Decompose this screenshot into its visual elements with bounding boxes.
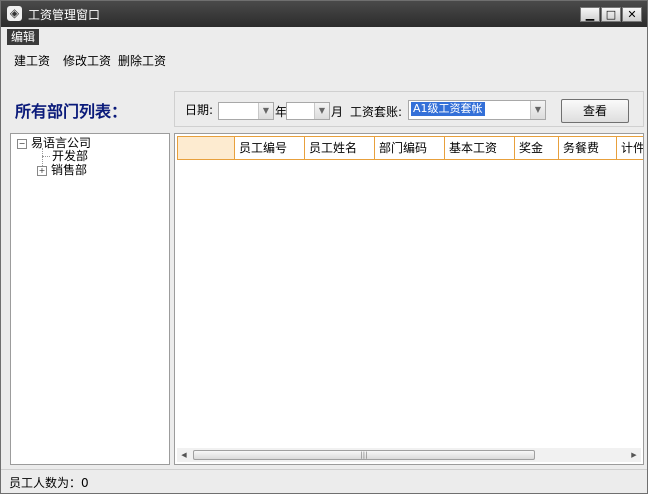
employee-count: 员工人数为：0 [9,476,89,490]
app-logo-icon: ◈ [7,6,22,21]
tree-node-dev[interactable]: 开发部 [52,149,88,163]
department-tree[interactable]: − 易语言公司 开发部 + 销售部 [10,133,170,465]
main-window: ◈ 工资管理窗口 ▁ □ ✕ 编辑 建工资 修改工资 删除工资 所有部门列表： … [0,0,648,494]
delete-salary-button[interactable]: 删除工资 [118,52,166,69]
grid-header-cell[interactable]: 务餐费 [559,136,617,160]
grid-header-cell[interactable]: 奖金 [515,136,559,160]
month-label: 月 [331,105,344,119]
maximize-button[interactable]: □ [601,7,621,22]
tree-node-label: 易语言公司 [31,136,92,150]
grid-header-cell[interactable]: 员工姓名 [305,136,375,160]
month-select[interactable]: ▼ [286,102,330,120]
window-title: 工资管理窗口 [28,8,101,22]
create-salary-button[interactable]: 建工资 [14,52,50,69]
view-button[interactable]: 查看 [561,99,629,123]
tree-node-company[interactable]: − 易语言公司 [17,136,91,150]
department-list-heading: 所有部门列表： [15,102,128,121]
close-button[interactable]: ✕ [622,7,642,22]
ledger-label: 工资套账: [350,105,403,119]
chevron-down-icon[interactable]: ▼ [530,101,545,119]
tree-node-label: 销售部 [51,163,88,177]
status-bar: 员工人数为：0 [1,469,647,492]
horizontal-scrollbar[interactable]: ◀ ||| ▶ [177,448,641,462]
tree-node-label: 开发部 [52,149,89,163]
collapse-icon[interactable]: − [17,138,27,149]
grid-header-cell[interactable] [177,136,235,160]
menu-bar: 编辑 [1,27,647,47]
modify-salary-button[interactable]: 修改工资 [63,52,111,69]
scroll-left-icon[interactable]: ◀ [177,448,191,462]
grid-header-cell[interactable]: 计件 [617,136,643,160]
expand-icon[interactable]: + [37,165,47,176]
scroll-right-icon[interactable]: ▶ [627,448,641,462]
chevron-down-icon[interactable]: ▼ [314,103,329,119]
year-select[interactable]: ▼ [218,102,274,120]
tree-connector [42,156,50,157]
tree-node-sales[interactable]: + 销售部 [37,163,87,177]
grid-header-cell[interactable]: 基本工资 [445,136,515,160]
chevron-down-icon[interactable]: ▼ [258,103,273,119]
scrollbar-thumb[interactable]: ||| [193,450,535,460]
grid-header-cell[interactable]: 员工编号 [235,136,305,160]
menu-edit[interactable]: 编辑 [7,29,40,45]
title-bar[interactable]: ◈ 工资管理窗口 ▁ □ ✕ [1,1,647,27]
minimize-button[interactable]: ▁ [580,7,600,22]
grid-header-cell[interactable]: 部门编码 [375,136,445,160]
salary-grid[interactable]: 员工编号 员工姓名 部门编码 基本工资 奖金 务餐费 计件 ◀ ||| ▶ [174,133,644,465]
ledger-value: A1级工资套帐 [411,102,485,116]
date-label: 日期: [185,103,214,117]
ledger-select[interactable]: A1级工资套帐 ▼ [408,100,546,120]
